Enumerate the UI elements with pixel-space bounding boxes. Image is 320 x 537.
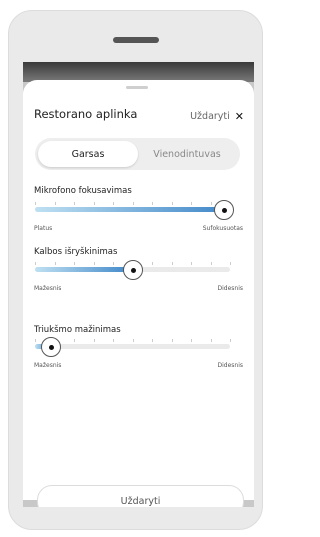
slider-tick (171, 339, 173, 342)
slider-min-label: Mažesnis (34, 362, 62, 369)
screen: Restorano aplinka Uždaryti ✕ Garsas Vien… (23, 62, 254, 507)
slider-label-noise-reduction: Triukšmo mažinimas (34, 325, 121, 335)
slider-tick (191, 262, 192, 265)
slider-thumb[interactable] (214, 199, 234, 220)
slider-min-label: Platus (34, 225, 53, 232)
slider-tick (93, 202, 95, 205)
segmented-control: Garsas Vienodintuvas (35, 138, 240, 170)
slider-microphone-focus[interactable] (35, 199, 234, 220)
slider-tick (191, 339, 192, 342)
slider-tick (74, 339, 75, 342)
slider-thumb[interactable] (40, 336, 61, 357)
slider-tick (152, 339, 153, 342)
slider-tick (113, 339, 114, 342)
slider-tick (171, 202, 173, 205)
close-button[interactable]: Uždaryti ✕ (190, 110, 244, 123)
slider-thumb[interactable] (122, 259, 143, 280)
slider-tick (152, 262, 153, 265)
slider-tick (74, 202, 75, 205)
slider-label-microphone-focus: Mikrofono fokusavimas (34, 186, 132, 196)
slider-tick (152, 202, 153, 205)
slider-tick (171, 262, 173, 265)
slider-tick (74, 262, 75, 265)
slider-min-label: Mažesnis (34, 285, 62, 292)
slider-fill (35, 267, 133, 272)
slider-tick (35, 202, 36, 205)
tab-vienodintuvas[interactable]: Vienodintuvas (137, 141, 237, 167)
sheet-title: Restorano aplinka (34, 107, 138, 121)
slider-tick (93, 339, 95, 342)
slider-ticks (35, 202, 231, 205)
slider-label-speech-enhancement: Kalbos išryškinimas (34, 247, 118, 257)
slider-speech-enhancement[interactable] (35, 259, 231, 280)
slider-max-label: Didesnis (217, 362, 243, 369)
slider-tick (191, 202, 192, 205)
slider-tick (210, 262, 212, 265)
close-label: Uždaryti (190, 111, 230, 122)
slider-tick (210, 339, 212, 342)
slider-tick (54, 262, 56, 265)
slider-tick (132, 339, 134, 342)
speaker-slot (113, 37, 159, 43)
slider-tick (35, 262, 36, 265)
slider-tick (54, 202, 56, 205)
footer-close-button[interactable]: Uždaryti (37, 485, 244, 507)
close-icon: ✕ (234, 110, 244, 123)
slider-tick (113, 262, 114, 265)
bottom-sheet: Restorano aplinka Uždaryti ✕ Garsas Vien… (23, 80, 254, 507)
slider-tick (35, 339, 36, 342)
slider-tick (210, 202, 212, 205)
sheet-handle[interactable] (126, 86, 148, 89)
slider-noise-reduction[interactable] (35, 336, 231, 357)
slider-ticks (35, 339, 231, 342)
slider-fill (35, 207, 230, 212)
slider-max-label: Sufokusuotas (202, 225, 243, 232)
background-app (23, 62, 254, 82)
slider-tick (132, 202, 134, 205)
slider-max-label: Didesnis (217, 285, 243, 292)
slider-tick (93, 262, 95, 265)
tab-garsas[interactable]: Garsas (38, 141, 138, 167)
slider-tick (113, 202, 114, 205)
slider-tick (230, 262, 231, 265)
slider-tick (230, 339, 231, 342)
